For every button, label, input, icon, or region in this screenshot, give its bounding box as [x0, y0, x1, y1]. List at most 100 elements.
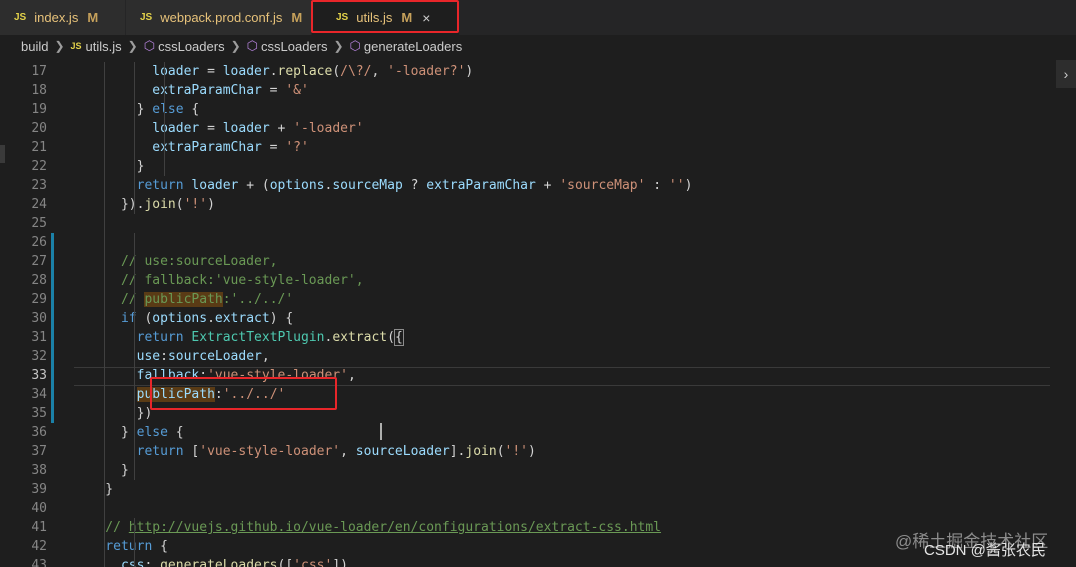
line-number: 18 [31, 83, 47, 98]
line-number: 34 [31, 387, 47, 402]
breadcrumb-item-generateloaders[interactable]: generateLoaders [364, 39, 462, 54]
tab-bar: JS index.js M JS webpack.prod.conf.js M … [0, 0, 1076, 35]
code-text: extraParamChar = '?' [152, 140, 309, 155]
watermark-csdn: CSDN @酱张农民 [924, 542, 1046, 559]
line-number: 26 [31, 235, 47, 250]
code-text: // http://vuejs.github.io/vue-loader/en/… [74, 520, 662, 535]
code-text: } else { [74, 425, 184, 440]
code-text: }).join('!') [74, 197, 215, 212]
modified-badge: M [87, 10, 99, 25]
code-line[interactable]: 29 // publicPath:'../../' [0, 290, 1050, 309]
indent-guide [164, 62, 165, 176]
code-text: if (options.extract) { [120, 311, 294, 326]
chevron-right-icon: ❯ [333, 39, 344, 53]
tab-label: index.js [34, 10, 79, 25]
code-line[interactable]: 33 fallback:'vue-style-loader', [0, 366, 1050, 385]
line-number: 37 [31, 444, 47, 459]
tab-utils-js[interactable]: JS utils.js M × [312, 0, 460, 35]
code-line[interactable]: 35 }) [0, 404, 1050, 423]
modified-badge: M [291, 10, 303, 25]
js-file-icon: JS [14, 12, 27, 23]
code-line[interactable]: 39 } [0, 480, 1050, 499]
line-number: 42 [31, 539, 47, 554]
code-line[interactable]: 19 } else { [0, 100, 1050, 119]
line-number: 35 [31, 406, 47, 421]
code-line[interactable]: 37 return ['vue-style-loader', sourceLoa… [0, 442, 1050, 461]
code-text: // fallback:'vue-style-loader', [74, 273, 364, 288]
code-line[interactable]: 30 if (options.extract) { [0, 309, 1050, 328]
breadcrumb-item-cssloaders-2[interactable]: cssLoaders [261, 39, 327, 54]
line-number: 28 [31, 273, 47, 288]
code-line[interactable]: 36 } else { [0, 423, 1050, 442]
tab-webpack-prod-conf-js[interactable]: JS webpack.prod.conf.js M [126, 0, 312, 35]
indent-guide [104, 62, 105, 567]
code-line[interactable]: 38 } [0, 461, 1050, 480]
indent-guide [134, 233, 135, 480]
code-line[interactable]: 32 use:sourceLoader, [0, 347, 1050, 366]
code-text: } [74, 463, 129, 478]
chevron-right-icon: ❯ [230, 39, 241, 53]
breadcrumb-item-utils-js[interactable]: utils.js [86, 39, 122, 54]
tab-index-js[interactable]: JS index.js M [0, 0, 126, 35]
code-line[interactable]: 20 loader = loader + '-loader' [0, 119, 1050, 138]
modified-badge: M [401, 10, 413, 25]
chevron-right-icon[interactable]: › [1056, 60, 1076, 88]
line-number: 38 [31, 463, 47, 478]
line-number: 31 [31, 330, 47, 345]
code-line[interactable]: 17 loader = loader.replace(/\?/, '-loade… [0, 62, 1050, 81]
line-number: 30 [31, 311, 47, 326]
code-text: loader = loader + '-loader' [152, 121, 364, 136]
line-number: 36 [31, 425, 47, 440]
line-number: 39 [31, 482, 47, 497]
indent-guide [134, 62, 135, 214]
line-number: 33 [31, 368, 47, 383]
close-icon[interactable]: × [422, 10, 430, 26]
chevron-right-icon: ❯ [127, 39, 138, 53]
line-number: 21 [31, 140, 47, 155]
line-number: 24 [31, 197, 47, 212]
text-cursor [380, 423, 382, 440]
line-number: 23 [31, 178, 47, 193]
code-text: } else { [74, 102, 200, 117]
line-number: 40 [31, 501, 47, 516]
line-number: 25 [31, 216, 47, 231]
code-text: return { [105, 539, 168, 554]
method-cube-icon: ⬡ [349, 38, 361, 53]
code-line[interactable]: 41 // http://vuejs.github.io/vue-loader/… [0, 518, 1050, 537]
breadcrumb-item-cssloaders[interactable]: cssLoaders [158, 39, 224, 54]
code-text: } [74, 482, 114, 497]
breadcrumb: build ❯ JS utils.js ❯ ⬡ cssLoaders ❯ ⬡ c… [0, 35, 1076, 57]
line-number: 20 [31, 121, 47, 136]
code-line[interactable]: 31 return ExtractTextPlugin.extract({ [0, 328, 1050, 347]
code-line[interactable]: 24 }).join('!') [0, 195, 1050, 214]
code-line[interactable]: 26 [0, 233, 1050, 252]
code-editor[interactable]: 17 loader = loader.replace(/\?/, '-loade… [0, 57, 1050, 567]
line-number: 27 [31, 254, 47, 269]
code-line[interactable]: 23 return loader + (options.sourceMap ? … [0, 176, 1050, 195]
code-line[interactable]: 21 extraParamChar = '?' [0, 138, 1050, 157]
code-line[interactable]: 28 // fallback:'vue-style-loader', [0, 271, 1050, 290]
breadcrumb-item-build[interactable]: build [21, 39, 48, 54]
code-line[interactable]: 22 } [0, 157, 1050, 176]
code-text: fallback:'vue-style-loader', [136, 368, 356, 383]
code-text: return loader + (options.sourceMap ? ext… [136, 178, 693, 193]
line-number: 43 [31, 558, 47, 567]
code-text: // publicPath:'../../' [74, 292, 294, 307]
line-number: 19 [31, 102, 47, 117]
gutter-change-marker[interactable] [51, 233, 54, 423]
method-cube-icon: ⬡ [246, 38, 258, 53]
code-line[interactable]: 18 extraParamChar = '&' [0, 81, 1050, 100]
code-line[interactable]: 43 css: generateLoaders(['css']) [0, 556, 1050, 567]
code-line[interactable]: 40 [0, 499, 1050, 518]
code-text: }) [74, 406, 153, 421]
code-line[interactable]: 42 return { [0, 537, 1050, 556]
tab-label: utils.js [356, 10, 393, 25]
line-number: 32 [31, 349, 47, 364]
js-file-icon: JS [140, 12, 153, 23]
code-text: publicPath:'../../' [136, 387, 286, 402]
code-line[interactable]: 27 // use:sourceLoader, [0, 252, 1050, 271]
tab-label: webpack.prod.conf.js [160, 10, 283, 25]
code-line[interactable]: 34 publicPath:'../../' [0, 385, 1050, 404]
chevron-right-icon: ❯ [54, 39, 65, 53]
code-line[interactable]: 25 [0, 214, 1050, 233]
